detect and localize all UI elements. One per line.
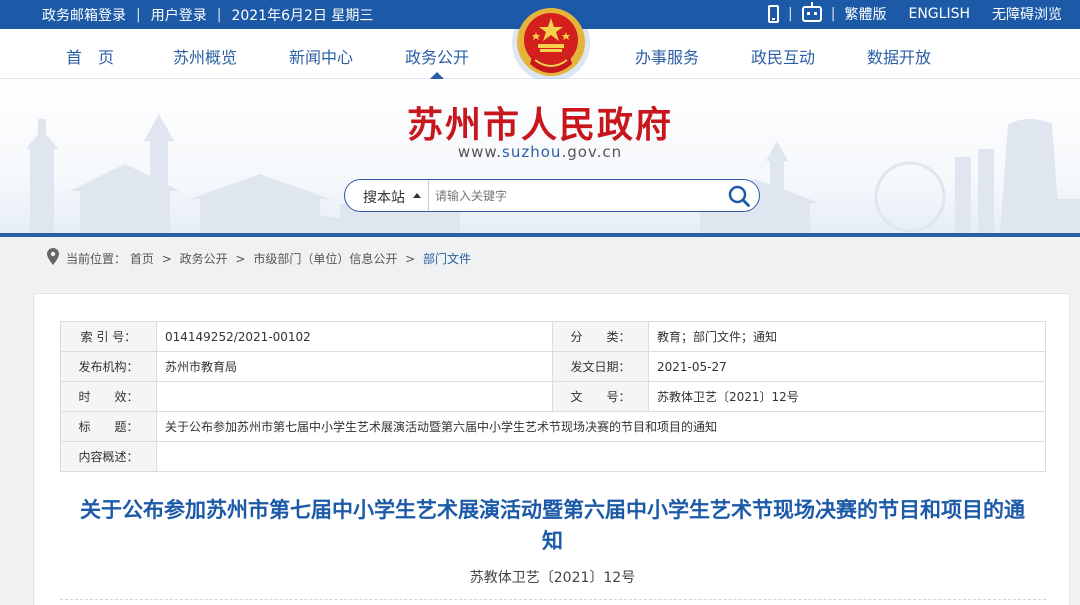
accessibility-link[interactable]: 无障碍浏览 (992, 4, 1062, 24)
gov-mail-login-link[interactable]: 政务邮箱登录 (42, 5, 126, 25)
separator: | (136, 7, 141, 23)
top-bar-right: | | 繁體版 ENGLISH 无障碍浏览 (768, 2, 1062, 24)
publisher-label: 发布机构： (60, 351, 157, 382)
doc-number-label: 文 号： (552, 381, 649, 412)
caret-up-icon (413, 193, 421, 198)
document-card: 索 引 号： 014149252/2021-00102 分 类： 教育；部门文件… (33, 293, 1070, 605)
search-icon[interactable] (727, 184, 751, 208)
index-number-value: 014149252/2021-00102 (156, 321, 553, 352)
category-label: 分 类： (552, 321, 649, 352)
site-url-domain: suzhou (502, 143, 562, 161)
summary-value (156, 441, 1046, 472)
title-label: 标 题： (60, 411, 157, 442)
breadcrumb-label: 当前位置： (66, 252, 127, 266)
breadcrumb-home[interactable]: 首页 (130, 252, 154, 266)
table-row: 索 引 号： 014149252/2021-00102 分 类： 教育；部门文件… (60, 321, 1046, 352)
nav-item-home[interactable]: 首 页 (66, 44, 114, 68)
current-date: 2021年6月2日 星期三 (231, 8, 374, 24)
breadcrumb-trail: 当前位置： 首页 > 政务公开 > 市级部门（单位）信息公开 > 部门文件 (66, 250, 471, 267)
nav-item-open-data[interactable]: 数据开放 (867, 44, 931, 68)
breadcrumb-dept-documents[interactable]: 部门文件 (423, 252, 471, 266)
nav-item-interaction[interactable]: 政民互动 (751, 44, 815, 68)
table-row: 发布机构： 苏州市教育局 发文日期： 2021-05-27 (60, 351, 1046, 382)
search-scope-select[interactable]: 搜本站 (345, 180, 429, 211)
national-emblem-icon[interactable] (510, 2, 592, 84)
mobile-icon[interactable] (768, 5, 780, 23)
robot-icon[interactable] (801, 2, 822, 22)
separator: | (216, 7, 222, 23)
search-input[interactable] (435, 186, 715, 206)
location-pin-icon (47, 248, 59, 265)
search-scope-label: 搜本站 (363, 190, 405, 206)
issue-date-label: 发文日期： (552, 351, 649, 382)
document-metadata-table: 索 引 号： 014149252/2021-00102 分 类： 教育；部门文件… (60, 321, 1046, 472)
site-url-prefix: www. (457, 143, 503, 161)
breadcrumb-separator: > (405, 252, 416, 266)
validity-label: 时 效： (60, 381, 157, 412)
user-login-link[interactable]: 用户登录 (151, 5, 207, 25)
breadcrumb-departments[interactable]: 市级部门（单位）信息公开 (253, 252, 397, 266)
site-title: 苏州市人民政府 (406, 104, 673, 146)
breadcrumb-separator: > (161, 252, 172, 266)
index-number-label: 索 引 号： (60, 321, 157, 352)
publisher-value: 苏州市教育局 (156, 351, 553, 382)
table-row: 标 题： 关于公布参加苏州市第七届中小学生艺术展演活动暨第六届中小学生艺术节现场… (60, 411, 1046, 442)
summary-label: 内容概述： (60, 441, 157, 472)
breadcrumb: 当前位置： 首页 > 政务公开 > 市级部门（单位）信息公开 > 部门文件 (0, 237, 1080, 277)
title-value: 关于公布参加苏州市第七届中小学生艺术展演活动暨第六届中小学生艺术节现场决赛的节目… (156, 411, 1046, 442)
search-box: 搜本站 (344, 179, 760, 212)
site-url-suffix: .gov.cn (561, 143, 623, 161)
document-title: 关于公布参加苏州市第七届中小学生艺术展演活动暨第六届中小学生艺术节现场决赛的节目… (80, 498, 1025, 553)
table-row: 时 效： 文 号： 苏教体卫艺〔2021〕12号 (60, 381, 1046, 412)
separator: | (830, 6, 836, 22)
nav-item-services[interactable]: 办事服务 (635, 44, 699, 68)
divider (60, 599, 1046, 600)
header-banner: 苏州市人民政府 www.suzhou.gov.cn 搜本站 (0, 79, 1080, 233)
table-row: 内容概述： (60, 441, 1046, 472)
top-bar-left: 政务邮箱登录 | 用户登录 | 2021年6月2日 星期三 (42, 5, 373, 25)
nav-item-overview[interactable]: 苏州概览 (173, 44, 237, 68)
category-value: 教育；部门文件；通知 (648, 321, 1046, 352)
english-link[interactable]: ENGLISH (908, 6, 970, 22)
nav-item-news[interactable]: 新闻中心 (289, 44, 353, 68)
breadcrumb-separator: > (235, 252, 246, 266)
doc-number-value: 苏教体卫艺〔2021〕12号 (648, 381, 1046, 412)
validity-value (156, 381, 553, 412)
site-url: www.suzhou.gov.cn (0, 143, 1080, 161)
breadcrumb-gov-affairs[interactable]: 政务公开 (180, 252, 228, 266)
issue-date-value: 2021-05-27 (648, 351, 1046, 382)
document-number: 苏教体卫艺〔2021〕12号 (469, 570, 636, 586)
nav-item-gov-affairs[interactable]: 政务公开 (405, 44, 469, 79)
separator: | (788, 6, 793, 22)
traditional-chinese-link[interactable]: 繁體版 (844, 4, 886, 24)
